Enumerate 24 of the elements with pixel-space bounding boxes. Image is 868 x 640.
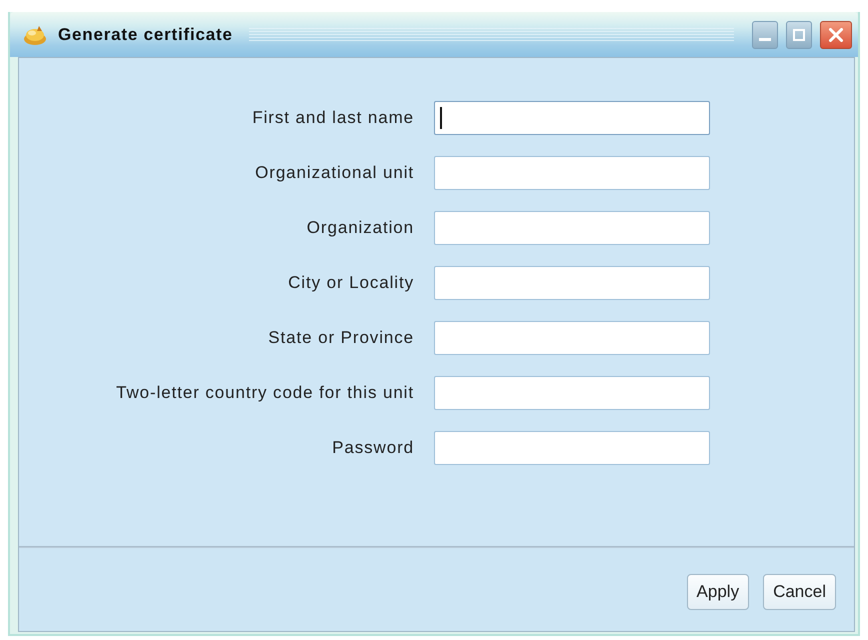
input-field[interactable]	[434, 431, 710, 465]
field-label: Organizational unit	[255, 163, 414, 183]
input-field[interactable]	[434, 266, 710, 300]
close-icon	[829, 28, 843, 42]
input-field[interactable]	[434, 211, 710, 245]
window-title: Generate certificate	[58, 24, 233, 44]
minimize-button[interactable]	[752, 20, 778, 48]
close-button[interactable]	[820, 20, 852, 48]
dialog-button[interactable]: Cancel	[763, 574, 836, 610]
field-label: City or Locality	[288, 273, 414, 293]
field-label: First and last name	[252, 108, 414, 128]
maximize-icon	[793, 28, 805, 40]
field-label: State or Province	[268, 328, 414, 348]
field-label: Password	[332, 438, 414, 458]
input-field[interactable]	[434, 156, 710, 190]
maximize-button[interactable]	[786, 20, 812, 48]
input-field[interactable]	[434, 376, 710, 410]
minimize-icon	[759, 38, 771, 41]
seal-icon	[22, 24, 48, 46]
field-label: Organization	[306, 218, 414, 238]
input-field[interactable]	[434, 101, 710, 135]
field-label: Two-letter country code for this unit	[116, 383, 414, 403]
input-field[interactable]	[434, 321, 710, 355]
apply-button[interactable]: Apply	[686, 574, 750, 610]
